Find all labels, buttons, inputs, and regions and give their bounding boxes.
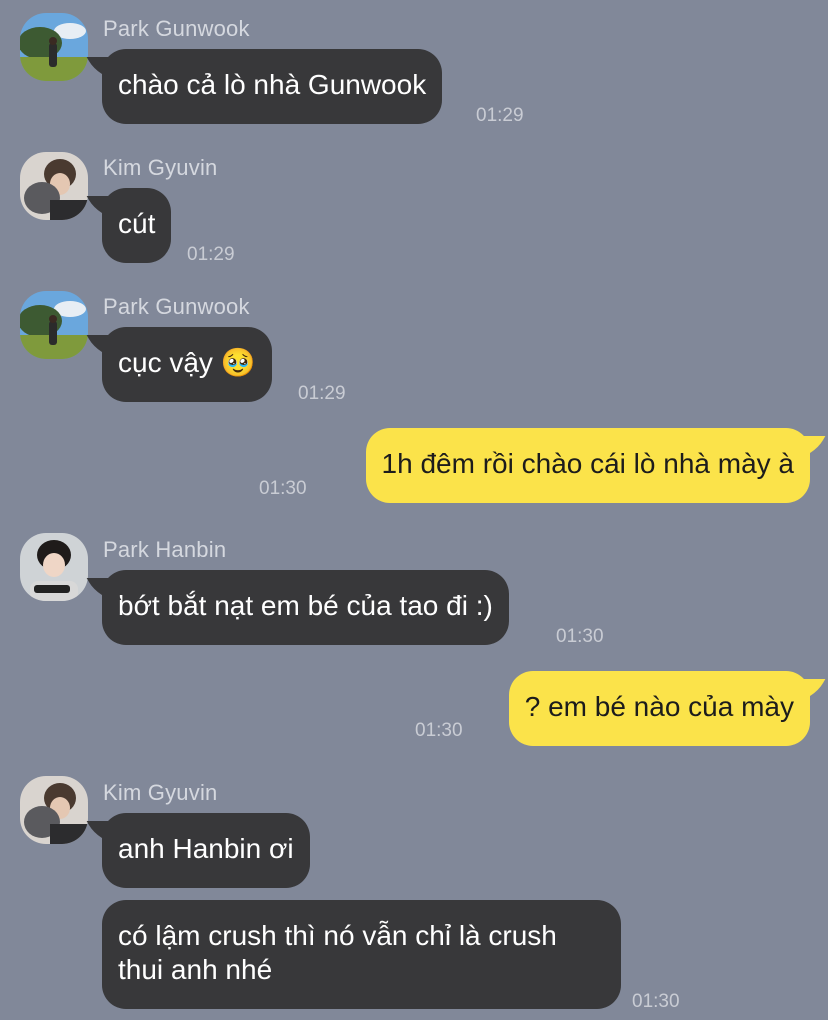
message-time: 01:30: [259, 478, 307, 499]
my-message-bubble[interactable]: ? em bé nào của mày: [508, 671, 810, 746]
message-time: 01:30: [632, 991, 680, 1012]
avatar-park-hanbin[interactable]: [20, 533, 88, 601]
sender-name: Kim Gyuvin: [103, 780, 218, 805]
message-bubble[interactable]: có lậm crush thì nó vẫn chỉ là crush thu…: [102, 900, 621, 1009]
person-photo-icon: [20, 533, 88, 601]
message-bubble[interactable]: bớt bắt nạt em bé của tao đi :): [102, 570, 509, 645]
message-time: 01:30: [415, 720, 463, 741]
message-bubble[interactable]: cục vậy 🥹: [102, 327, 272, 402]
person-with-cat-photo-icon: [20, 776, 88, 844]
sender-name: Park Gunwook: [103, 294, 250, 319]
sender-name: Kim Gyuvin: [103, 155, 218, 180]
message-time: 01:29: [187, 244, 235, 265]
message-time: 01:29: [298, 383, 346, 404]
message-bubble[interactable]: chào cả lò nhà Gunwook: [102, 49, 443, 124]
avatar-park-gunwook[interactable]: [20, 13, 88, 81]
sender-name: Park Hanbin: [103, 537, 227, 562]
landscape-photo-icon: [20, 13, 88, 81]
message-time: 01:29: [476, 105, 524, 126]
avatar-kim-gyuvin[interactable]: [20, 776, 88, 844]
message-bubble[interactable]: cút: [102, 188, 172, 263]
person-with-cat-photo-icon: [20, 152, 88, 220]
sender-name: Park Gunwook: [103, 16, 250, 41]
message-bubble[interactable]: anh Hanbin ơi: [102, 813, 310, 888]
avatar-kim-gyuvin[interactable]: [20, 152, 88, 220]
landscape-photo-icon: [20, 291, 88, 359]
avatar-park-gunwook[interactable]: [20, 291, 88, 359]
my-message-bubble[interactable]: 1h đêm rồi chào cái lò nhà mày à: [365, 428, 810, 503]
message-time: 01:30: [556, 626, 604, 647]
